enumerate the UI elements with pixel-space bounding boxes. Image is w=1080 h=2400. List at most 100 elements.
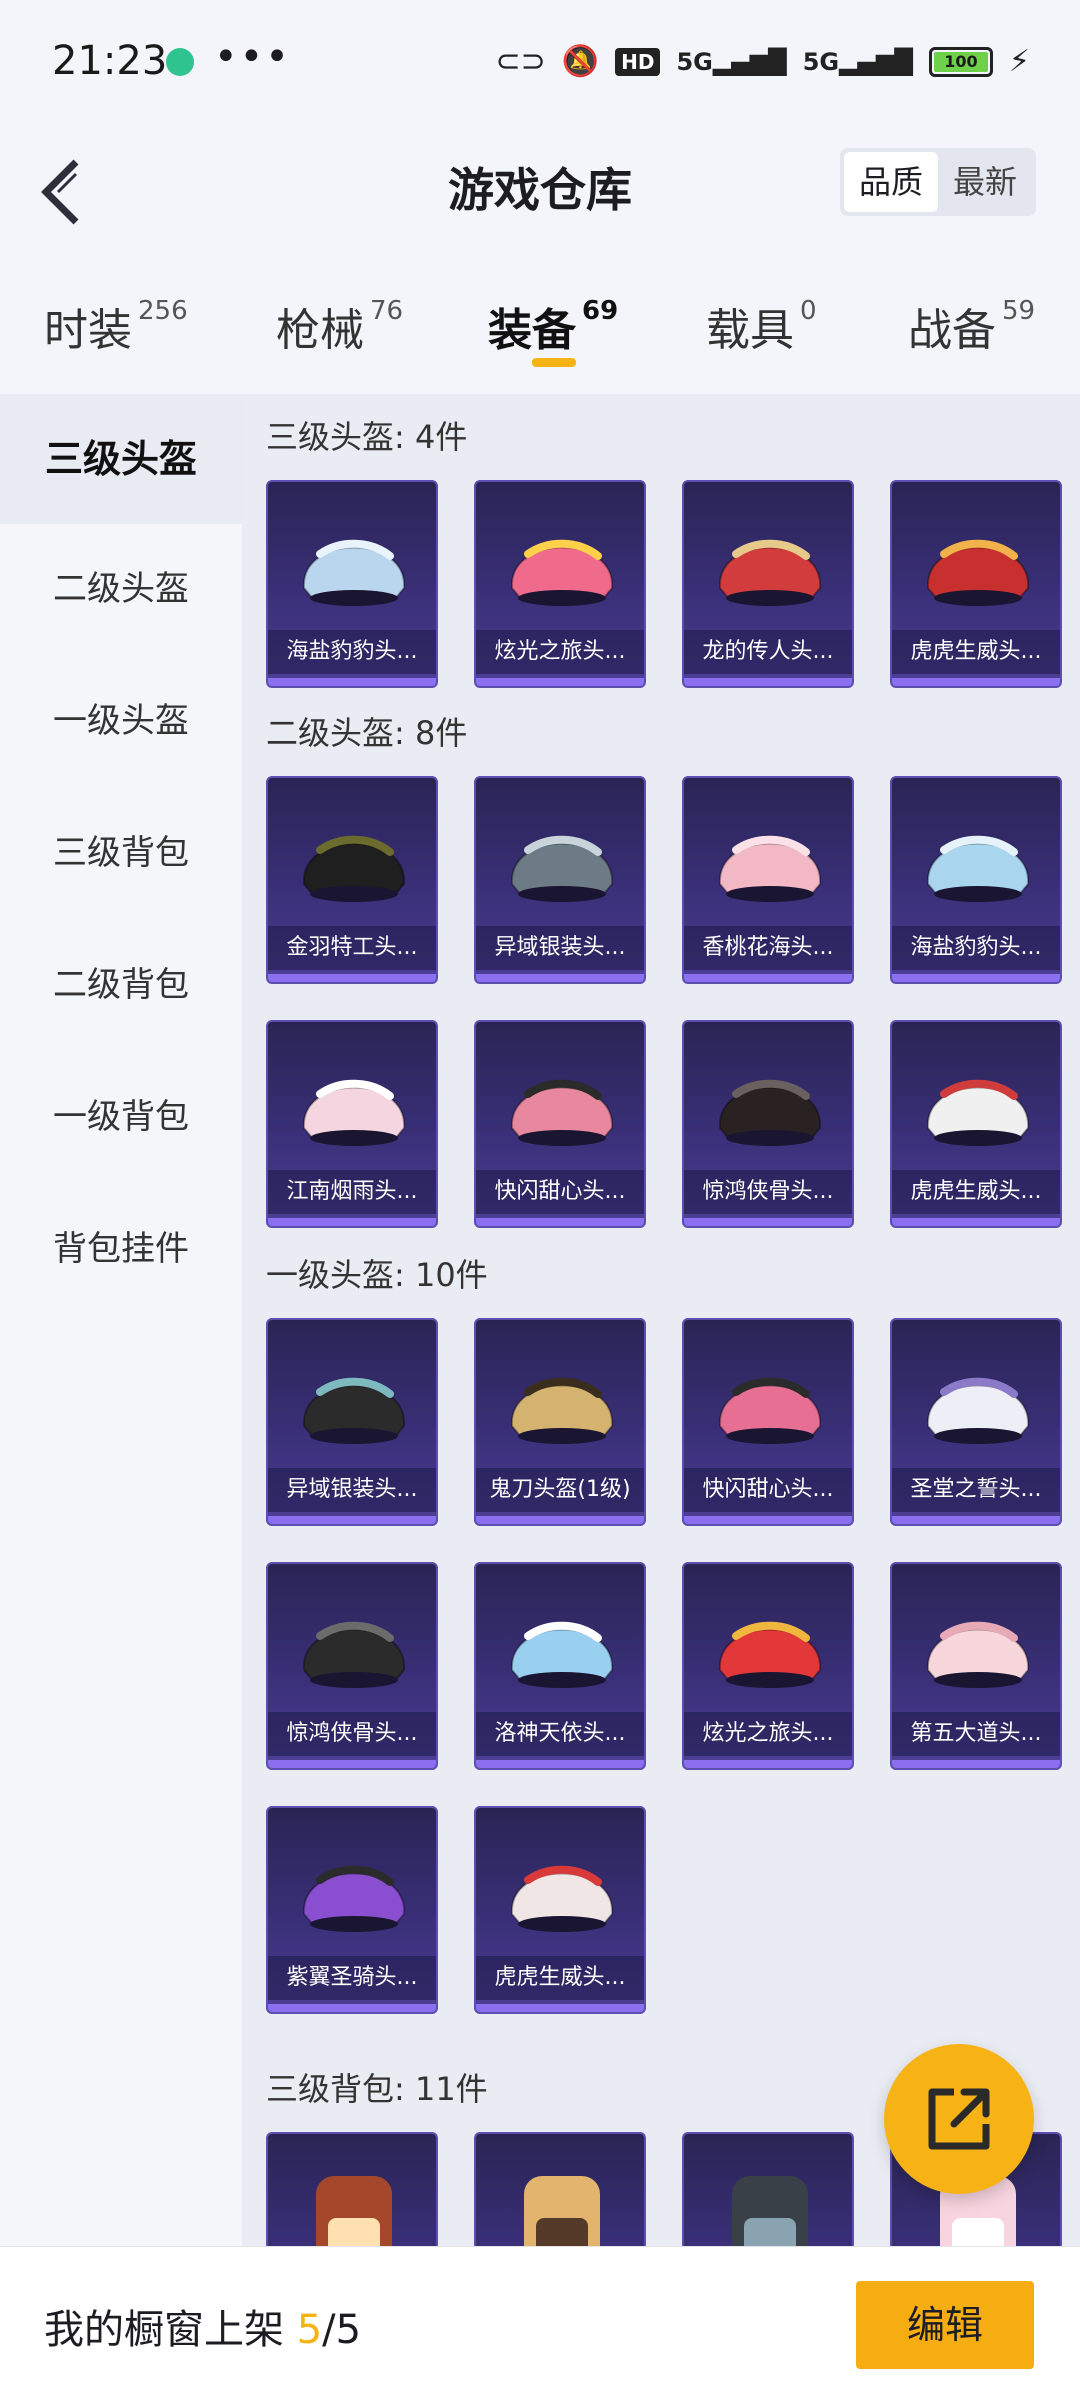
edit-button[interactable]: 编辑 [856,2281,1034,2369]
sort-quality-button[interactable]: 品质 [844,152,938,212]
showcase-status: 我的橱窗上架 5/5 [44,2297,361,2355]
item-card[interactable]: 鬼刀头盔(1级) [474,1318,646,1526]
battery-icon: 100 [928,46,993,77]
backpack-icon [732,2176,808,2246]
tab-count: 256 [138,296,188,326]
item-name: 快闪甜心头... [476,1170,644,1214]
tab-label: 战备 [908,305,996,356]
section-title: 三级头盔: 4件 [266,418,468,456]
item-name: 炫光之旅头... [476,630,644,674]
helmet-icon [510,1621,614,1688]
sidebar-item-backpack-charm[interactable]: 背包挂件 [0,1184,242,1314]
tab-equipment[interactable]: 装备 69 [488,294,618,358]
helmet-icon [302,1377,406,1444]
item-card[interactable]: 洛神天依头... [474,1562,646,1770]
share-icon [928,2088,990,2150]
helmet-icon [510,1377,614,1444]
helmet-icon [926,835,1030,902]
showcase-total: /5 [322,2307,362,2353]
helmet-icon [926,539,1030,606]
item-card[interactable]: 虎虎生威头... [890,480,1062,688]
item-name: 惊鸿侠骨头... [684,1170,852,1214]
item-grid: 三级头盔: 4件海盐豹豹头... 炫光之旅头... 龙的传人头... 虎虎生威头...… [242,394,1080,2246]
item-card[interactable]: 快闪甜心头... [474,1020,646,1228]
tab-label: 枪械 [276,305,364,356]
item-card[interactable]: 海盐豹豹头... [890,776,1062,984]
tab-guns[interactable]: 枪械 76 [276,294,403,358]
helmet-icon [510,1079,614,1146]
item-card[interactable]: 惊鸿侠骨头... [266,1562,438,1770]
item-card[interactable]: 炫光之旅头... [474,480,646,688]
app-notification-icon [166,48,194,76]
helmet-icon [718,1377,822,1444]
item-card[interactable]: 快闪甜心头... [682,1318,854,1526]
helmet-icon [718,1079,822,1146]
status-icons: ⊂⊃ 🔕 HD 5G▂▄▆█ 5G▂▄▆█ 100 ⚡ [495,44,1030,79]
item-card[interactable]: 江南烟雨头... [266,1020,438,1228]
item-name: 鬼刀头盔(1级) [476,1468,644,1512]
helmet-icon [718,539,822,606]
signal-icon: 5G▂▄▆█ [802,47,913,76]
helmet-icon [926,1621,1030,1688]
app-header: 游戏仓库 品质 最新 [0,124,1080,264]
sidebar-item-level2-backpack[interactable]: 二级背包 [0,920,242,1050]
helmet-icon [926,1079,1030,1146]
sidebar-item-level1-backpack[interactable]: 一级背包 [0,1052,242,1182]
status-bar: 21:23 ••• ⊂⊃ 🔕 HD 5G▂▄▆█ 5G▂▄▆█ 100 ⚡ [0,0,1080,124]
share-button[interactable] [884,2044,1034,2194]
helmet-icon [510,1865,614,1932]
item-name: 圣堂之誓头... [892,1468,1060,1512]
item-name: 紫翼圣骑头... [268,1956,436,2000]
mute-icon: 🔕 [561,44,600,79]
sidebar-item-level1-helmet[interactable]: 一级头盔 [0,656,242,786]
helmet-icon [926,1377,1030,1444]
backpack-icon [316,2176,392,2246]
item-card[interactable]: 第五大道头... [890,1562,1062,1770]
item-name: 海盐豹豹头... [268,630,436,674]
section-title: 三级背包: 11件 [266,2070,488,2108]
sidebar-item-level3-backpack[interactable]: 三级背包 [0,788,242,918]
helmet-icon [718,1621,822,1688]
helmet-icon [302,1621,406,1688]
item-card[interactable] [682,2132,854,2246]
item-card[interactable]: 海盐豹豹头... [266,480,438,688]
item-card[interactable]: 惊鸿侠骨头... [682,1020,854,1228]
item-card[interactable]: 圣堂之誓头... [890,1318,1062,1526]
sort-toggle: 品质 最新 [840,148,1036,216]
charging-icon: ⚡ [1008,44,1030,79]
item-card[interactable]: 炫光之旅头... [682,1562,854,1770]
item-name: 第五大道头... [892,1712,1060,1756]
showcase-count: 5 [296,2307,323,2353]
tab-fashion[interactable]: 时装 256 [44,294,188,358]
active-tab-indicator [532,358,576,367]
item-card[interactable]: 异域银装头... [266,1318,438,1526]
sort-latest-button[interactable]: 最新 [938,152,1032,212]
item-card[interactable]: 金羽特工头... [266,776,438,984]
sidebar-item-level3-helmet[interactable]: 三级头盔 [0,394,242,524]
tab-label: 时装 [44,305,132,356]
sidebar-item-level2-helmet[interactable]: 二级头盔 [0,524,242,654]
item-name: 龙的传人头... [684,630,852,674]
more-notifications-icon: ••• [214,34,291,80]
item-name: 江南烟雨头... [268,1170,436,1214]
item-name: 香桃花海头... [684,926,852,970]
item-card[interactable]: 异域银装头... [474,776,646,984]
item-name: 海盐豹豹头... [892,926,1060,970]
section-title: 一级头盔: 10件 [266,1256,488,1294]
item-card[interactable]: 香桃花海头... [682,776,854,984]
item-card[interactable]: 紫翼圣骑头... [266,1806,438,2014]
item-name: 炫光之旅头... [684,1712,852,1756]
item-name: 异域银装头... [476,926,644,970]
item-name: 金羽特工头... [268,926,436,970]
tab-supplies[interactable]: 战备 59 [908,294,1035,358]
sidebar: 三级头盔 二级头盔 一级头盔 三级背包 二级背包 一级背包 背包挂件 [0,394,242,2246]
item-card[interactable]: 虎虎生威头... [474,1806,646,2014]
battery-level: 100 [933,51,988,72]
category-tabs: 时装 256 枪械 76 装备 69 载具 0 战备 59 [0,264,1080,394]
item-card[interactable] [266,2132,438,2246]
item-card[interactable]: 龙的传人头... [682,480,854,688]
item-card[interactable] [474,2132,646,2246]
tab-vehicles[interactable]: 载具 0 [706,294,817,358]
item-name: 虎虎生威头... [892,1170,1060,1214]
item-card[interactable]: 虎虎生威头... [890,1020,1062,1228]
